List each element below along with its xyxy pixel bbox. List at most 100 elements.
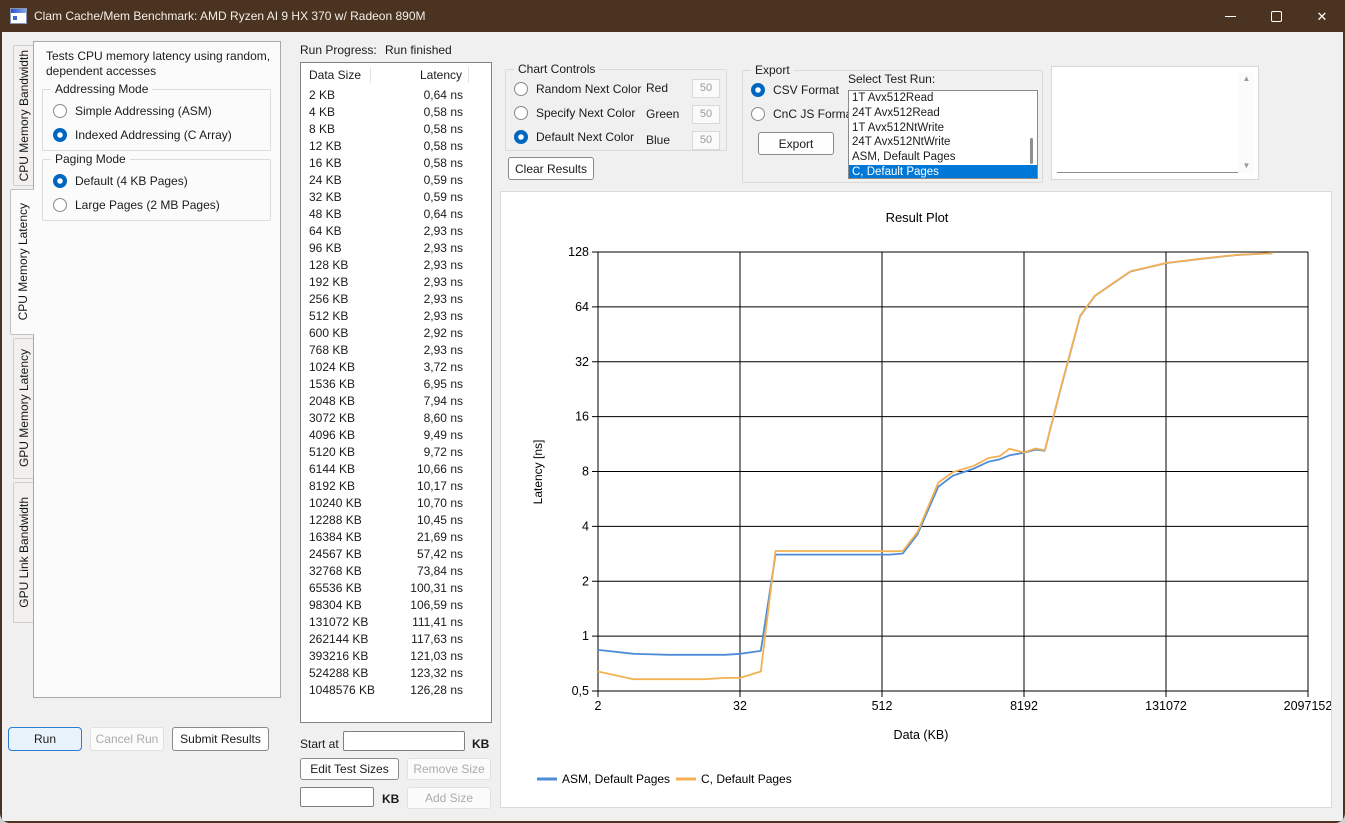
tab-gpu-memory-latency[interactable]: GPU Memory Latency	[13, 338, 33, 479]
radio-simple-addressing-asm[interactable]: Simple Addressing (ASM)	[53, 103, 232, 119]
minimize-button[interactable]	[1207, 0, 1253, 32]
table-row[interactable]: 1048576 KB126,28 ns	[301, 681, 491, 698]
table-row[interactable]: 32768 KB73,84 ns	[301, 562, 491, 579]
table-row[interactable]: 512 KB2,93 ns	[301, 307, 491, 324]
table-row[interactable]: 256 KB2,93 ns	[301, 290, 491, 307]
add-size-unit: KB	[382, 792, 399, 806]
table-row[interactable]: 96 KB2,93 ns	[301, 239, 491, 256]
radio-label: Specify Next Color	[536, 106, 635, 120]
radio-random-next-color[interactable]: Random Next Color	[514, 81, 641, 97]
test-run-item[interactable]: 1T Avx512NtWrite	[849, 121, 1037, 136]
results-table-header: Data Size Latency	[301, 63, 491, 86]
notes-scrollbar[interactable]: ▲ ▼	[1239, 72, 1254, 173]
y-tick-label: 1	[582, 629, 589, 643]
table-row[interactable]: 64 KB2,93 ns	[301, 222, 491, 239]
cell-data-size: 64 KB	[301, 224, 371, 238]
table-row[interactable]: 1536 KB6,95 ns	[301, 375, 491, 392]
radio-indexed-addressing-c-array[interactable]: Indexed Addressing (C Array)	[53, 127, 232, 143]
table-row[interactable]: 524288 KB123,32 ns	[301, 664, 491, 681]
table-row[interactable]: 4 KB0,58 ns	[301, 103, 491, 120]
table-row[interactable]: 5120 KB9,72 ns	[301, 443, 491, 460]
radio-specify-next-color[interactable]: Specify Next Color	[514, 105, 641, 121]
scroll-up-icon[interactable]: ▲	[1243, 75, 1251, 83]
cell-latency: 0,59 ns	[371, 190, 469, 204]
cell-latency: 57,42 ns	[371, 547, 469, 561]
table-row[interactable]: 12288 KB10,45 ns	[301, 511, 491, 528]
table-row[interactable]: 24 KB0,59 ns	[301, 171, 491, 188]
notes-textarea[interactable]	[1057, 72, 1238, 173]
radio-csv-format[interactable]: CSV Format	[751, 82, 856, 98]
close-icon: ✕	[1317, 10, 1328, 23]
listbox-scrollbar[interactable]	[1027, 93, 1035, 176]
test-run-item[interactable]: 24T Avx512NtWrite	[849, 135, 1037, 150]
tab-cpu-memory-bandwidth[interactable]: CPU Memory Bandwidth	[13, 45, 33, 186]
radio-icon	[53, 198, 67, 212]
table-row[interactable]: 2 KB0,64 ns	[301, 86, 491, 103]
table-row[interactable]: 65536 KB100,31 ns	[301, 579, 491, 596]
remove-size-button: Remove Size	[407, 758, 491, 780]
table-row[interactable]: 3072 KB8,60 ns	[301, 409, 491, 426]
edit-test-sizes-button[interactable]: Edit Test Sizes	[300, 758, 399, 780]
scroll-down-icon[interactable]: ▼	[1243, 162, 1251, 170]
cell-latency: 121,03 ns	[371, 649, 469, 663]
clear-results-button[interactable]: Clear Results	[508, 157, 594, 180]
radio-cnc-js-format[interactable]: CnC JS Format	[751, 106, 856, 122]
column-header-data-size[interactable]: Data Size	[301, 67, 371, 83]
radio-large-pages-2-mb-pages[interactable]: Large Pages (2 MB Pages)	[53, 197, 220, 213]
radio-icon	[514, 82, 528, 96]
radio-icon	[751, 83, 765, 97]
test-run-item[interactable]: 24T Avx512Read	[849, 106, 1037, 121]
rgb-fields: RedGreenBlue	[646, 80, 720, 158]
export-button[interactable]: Export	[758, 132, 834, 155]
table-row[interactable]: 98304 KB106,59 ns	[301, 596, 491, 613]
maximize-button[interactable]	[1253, 0, 1299, 32]
table-row[interactable]: 600 KB2,92 ns	[301, 324, 491, 341]
table-row[interactable]: 8 KB0,58 ns	[301, 120, 491, 137]
listbox-scrollbar-thumb[interactable]	[1030, 138, 1033, 164]
start-at-unit: KB	[472, 737, 489, 751]
run-button[interactable]: Run	[8, 727, 82, 751]
cell-data-size: 32768 KB	[301, 564, 371, 578]
x-tick-label: 131072	[1145, 699, 1187, 713]
cell-data-size: 5120 KB	[301, 445, 371, 459]
table-row[interactable]: 16384 KB21,69 ns	[301, 528, 491, 545]
close-button[interactable]: ✕	[1299, 0, 1345, 32]
tab-label: GPU Link Bandwidth	[17, 497, 31, 608]
table-row[interactable]: 1024 KB3,72 ns	[301, 358, 491, 375]
table-row[interactable]: 48 KB0,64 ns	[301, 205, 491, 222]
table-row[interactable]: 4096 KB9,49 ns	[301, 426, 491, 443]
table-row[interactable]: 262144 KB117,63 ns	[301, 630, 491, 647]
submit-results-button[interactable]: Submit Results	[172, 727, 269, 751]
cell-data-size: 16 KB	[301, 156, 371, 170]
add-size-input[interactable]	[300, 787, 374, 807]
export-title: Export	[751, 63, 794, 77]
table-row[interactable]: 768 KB2,93 ns	[301, 341, 491, 358]
radio-default-4-kb-pages[interactable]: Default (4 KB Pages)	[53, 173, 220, 189]
add-size-button: Add Size	[407, 787, 491, 809]
tab-gpu-link-bandwidth[interactable]: GPU Link Bandwidth	[13, 482, 33, 623]
test-run-item[interactable]: 1T Avx512Read	[849, 91, 1037, 106]
table-row[interactable]: 24567 KB57,42 ns	[301, 545, 491, 562]
column-header-latency[interactable]: Latency	[371, 67, 469, 83]
radio-default-next-color[interactable]: Default Next Color	[514, 129, 641, 145]
test-run-item[interactable]: C, Default Pages	[849, 165, 1037, 179]
tab-cpu-memory-latency[interactable]: CPU Memory Latency	[10, 189, 34, 335]
table-row[interactable]: 32 KB0,59 ns	[301, 188, 491, 205]
table-row[interactable]: 393216 KB121,03 ns	[301, 647, 491, 664]
table-row[interactable]: 12 KB0,58 ns	[301, 137, 491, 154]
cell-data-size: 768 KB	[301, 343, 371, 357]
table-row[interactable]: 192 KB2,93 ns	[301, 273, 491, 290]
table-row[interactable]: 10240 KB10,70 ns	[301, 494, 491, 511]
test-run-item[interactable]: ASM, Default Pages	[849, 150, 1037, 165]
table-row[interactable]: 6144 KB10,66 ns	[301, 460, 491, 477]
cell-latency: 21,69 ns	[371, 530, 469, 544]
table-row[interactable]: 128 KB2,93 ns	[301, 256, 491, 273]
table-row[interactable]: 16 KB0,58 ns	[301, 154, 491, 171]
table-row[interactable]: 131072 KB111,41 ns	[301, 613, 491, 630]
table-row[interactable]: 2048 KB7,94 ns	[301, 392, 491, 409]
cell-latency: 2,92 ns	[371, 326, 469, 340]
radio-label: Default (4 KB Pages)	[75, 174, 188, 188]
table-row[interactable]: 8192 KB10,17 ns	[301, 477, 491, 494]
start-at-input[interactable]	[343, 731, 465, 751]
export-format-options: CSV Format CnC JS Format	[751, 82, 856, 130]
